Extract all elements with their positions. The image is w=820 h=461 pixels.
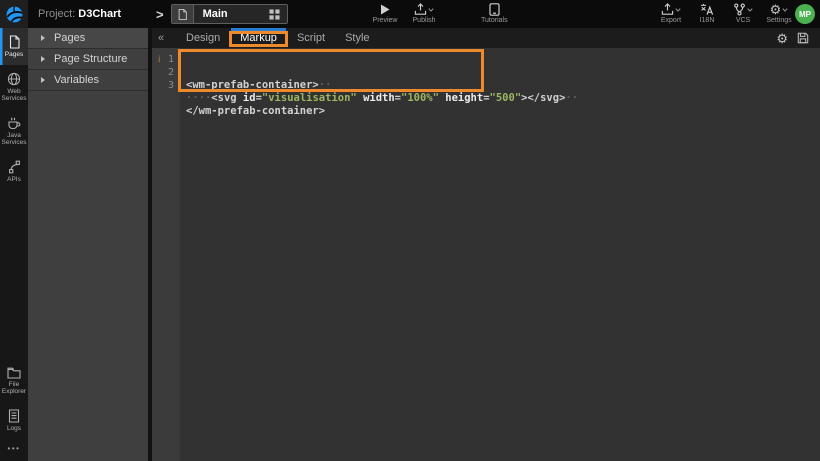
sidebar-item-label: Logs bbox=[6, 424, 22, 432]
tab-markup[interactable]: Markup bbox=[229, 28, 288, 48]
settings-label: Settings bbox=[766, 17, 792, 24]
sidebar-item-label: Pages bbox=[4, 51, 24, 58]
wavemaker-logo-icon bbox=[5, 5, 24, 24]
project-title: Project: D3Chart bbox=[38, 8, 121, 20]
section-label: Variables bbox=[54, 74, 100, 86]
sidebar-item-logs[interactable]: Logs bbox=[0, 402, 28, 439]
page-file-icon bbox=[171, 5, 194, 23]
line-number-gutter: i123 bbox=[152, 48, 180, 461]
sidebar-item-pages[interactable]: Pages bbox=[0, 28, 28, 65]
sidebar-item-java-services[interactable]: Java Services bbox=[0, 109, 28, 153]
vcs-label: VCS bbox=[735, 17, 751, 24]
globe-icon bbox=[7, 72, 21, 86]
sidebar-item-file-explorer[interactable]: File Explorer bbox=[0, 360, 28, 402]
i18n-button[interactable]: I18N bbox=[694, 0, 720, 28]
sidebar-item-web-services[interactable]: Web Services bbox=[0, 65, 28, 109]
preview-label: Preview bbox=[372, 17, 398, 24]
sidebar-item-label: Java Services bbox=[1, 131, 27, 147]
open-page-tab-label: Main bbox=[202, 8, 228, 20]
sidebar-item-label: File Explorer bbox=[1, 380, 27, 396]
sidebar-item-label: APIs bbox=[7, 175, 21, 183]
save-icon[interactable] bbox=[797, 32, 809, 44]
triangle-right-icon bbox=[41, 77, 45, 83]
section-page-structure[interactable]: Page Structure bbox=[28, 49, 148, 70]
gutter-lines: i123 bbox=[158, 54, 174, 91]
chevron-down-icon bbox=[675, 7, 681, 12]
publish-icon bbox=[414, 3, 427, 16]
tutorials-icon bbox=[489, 3, 500, 16]
gear-icon: ⚙ bbox=[769, 2, 782, 17]
export-button[interactable]: Export bbox=[658, 0, 684, 28]
publish-label: Publish bbox=[412, 17, 436, 24]
triangle-right-icon bbox=[41, 35, 45, 41]
folder-icon bbox=[7, 367, 21, 379]
vcs-branch-icon bbox=[733, 3, 746, 16]
more-options-icon[interactable]: ••• bbox=[0, 438, 28, 461]
section-label: Pages bbox=[54, 32, 86, 44]
project-name: D3Chart bbox=[78, 8, 122, 20]
tab-style[interactable]: Style bbox=[335, 28, 379, 48]
section-pages[interactable]: Pages bbox=[28, 28, 148, 49]
coffee-icon bbox=[7, 116, 21, 130]
page-switcher-grid-icon[interactable] bbox=[262, 5, 287, 23]
chevron-down-icon bbox=[747, 7, 753, 12]
preview-button[interactable]: Preview bbox=[372, 0, 398, 28]
tutorials-label: Tutorials bbox=[481, 17, 508, 24]
vcs-button[interactable]: VCS bbox=[730, 0, 756, 28]
editor-tab-bar: « Design Markup Script Style ⚙ bbox=[152, 28, 820, 48]
tab-script[interactable]: Script bbox=[287, 28, 335, 48]
left-icon-rail: Pages Web Services Java Services APIs Fi… bbox=[0, 28, 28, 461]
tutorials-button[interactable]: Tutorials bbox=[481, 0, 508, 28]
panel-resize-divider[interactable] bbox=[148, 28, 152, 461]
export-icon bbox=[661, 3, 674, 16]
collapse-panel-icon[interactable]: « bbox=[155, 32, 167, 44]
code-editor[interactable]: <wm-prefab-container>·· ····<svg id="visu… bbox=[180, 48, 820, 461]
editor-settings-gear-icon[interactable]: ⚙ bbox=[776, 32, 788, 45]
wavemaker-logo[interactable] bbox=[0, 0, 28, 28]
api-icon bbox=[8, 160, 21, 174]
project-label: Project: bbox=[38, 8, 76, 20]
editor-area: « Design Markup Script Style ⚙ i123 <wm-… bbox=[152, 28, 820, 461]
user-avatar[interactable]: MP bbox=[795, 4, 815, 24]
tab-design[interactable]: Design bbox=[176, 28, 230, 48]
section-variables[interactable]: Variables bbox=[28, 70, 148, 91]
chevron-right-icon[interactable]: > bbox=[156, 7, 164, 22]
open-page-tab-main[interactable]: Main bbox=[170, 4, 288, 24]
section-label: Page Structure bbox=[54, 53, 128, 65]
top-bar: Project: D3Chart > Main Preview Publish … bbox=[0, 0, 820, 28]
triangle-right-icon bbox=[41, 56, 45, 62]
code-lines: <wm-prefab-container>·· ····<svg id="visu… bbox=[186, 79, 579, 117]
explorer-panel: Pages Page Structure Variables bbox=[28, 28, 148, 461]
export-label: Export bbox=[660, 17, 682, 24]
sidebar-item-apis[interactable]: APIs bbox=[0, 153, 28, 190]
i18n-label: I18N bbox=[699, 17, 715, 24]
i18n-icon bbox=[700, 3, 714, 16]
publish-button[interactable]: Publish bbox=[411, 0, 437, 28]
sidebar-item-label: Web Services bbox=[1, 87, 27, 103]
chevron-down-icon bbox=[428, 7, 434, 12]
logs-icon bbox=[8, 408, 20, 423]
page-icon bbox=[8, 35, 21, 49]
chevron-down-icon bbox=[782, 7, 788, 12]
settings-button[interactable]: ⚙ Settings bbox=[766, 0, 792, 28]
play-icon bbox=[380, 3, 390, 16]
